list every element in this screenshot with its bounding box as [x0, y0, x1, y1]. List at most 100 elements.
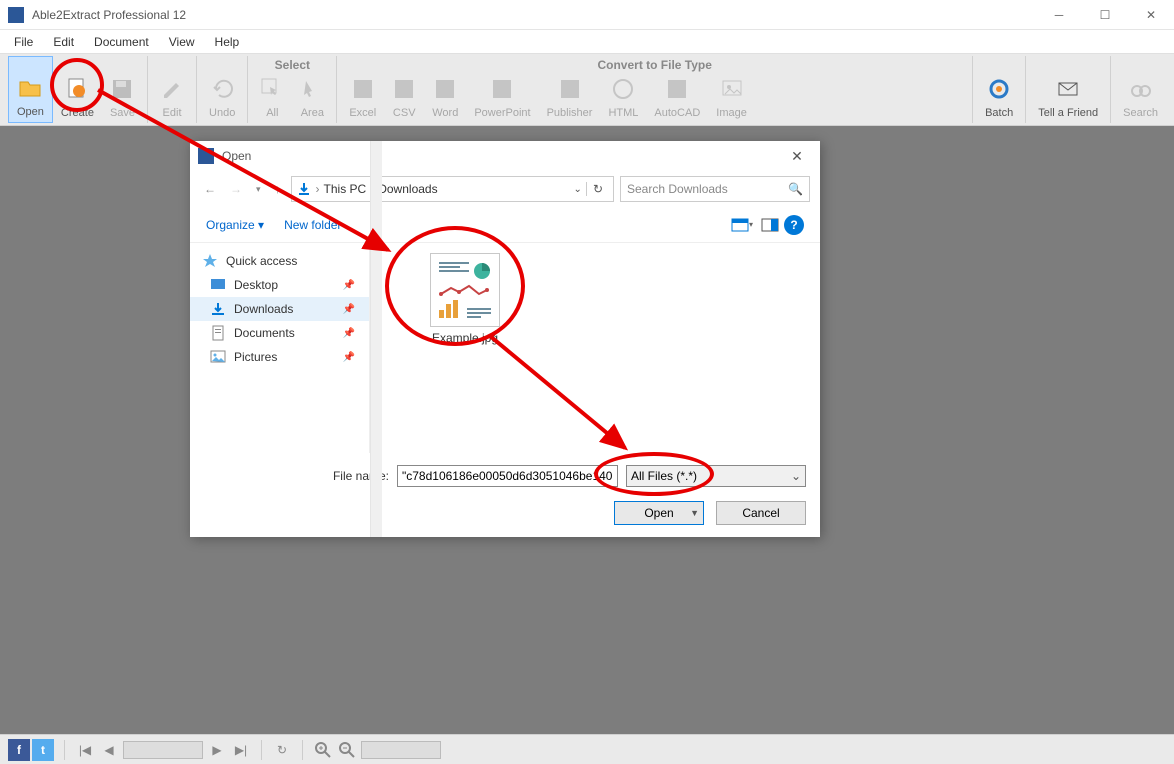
envelope-icon	[1056, 77, 1080, 101]
file-list[interactable]: Example.jpg	[370, 243, 820, 453]
sidebar-desktop[interactable]: Desktop 📌	[190, 273, 369, 297]
file-label: Example.jpg	[432, 331, 498, 345]
save-button[interactable]: Save	[102, 56, 143, 123]
menu-edit[interactable]: Edit	[43, 35, 84, 49]
undo-icon	[210, 77, 234, 101]
file-item-example[interactable]: Example.jpg	[420, 253, 510, 345]
html-button[interactable]: HTML	[600, 56, 646, 123]
publisher-button[interactable]: Publisher	[539, 56, 601, 123]
menu-bar: File Edit Document View Help	[0, 30, 1174, 54]
excel-icon	[351, 77, 375, 101]
menu-help[interactable]: Help	[205, 35, 250, 49]
zoom-input[interactable]	[361, 741, 441, 759]
crumb-pc[interactable]: This PC	[324, 182, 367, 196]
desktop-icon	[210, 277, 226, 293]
view-options-button[interactable]: ▾	[728, 215, 756, 235]
menu-view[interactable]: View	[159, 35, 205, 49]
filetype-select[interactable]: All Files (*.*) ⌄	[626, 465, 806, 487]
folder-open-icon	[18, 76, 42, 100]
zoom-in-button[interactable]	[313, 740, 333, 760]
word-icon	[433, 77, 457, 101]
csv-icon	[392, 77, 416, 101]
maximize-button[interactable]: ☐	[1082, 0, 1128, 30]
toolbar: Open Create Save Edit Undo Select All Ar	[0, 54, 1174, 126]
cursor-all-icon	[260, 77, 284, 101]
dialog-sidebar: Quick access Desktop 📌 Downloads 📌 Docum…	[190, 243, 370, 453]
dialog-cancel-button[interactable]: Cancel	[716, 501, 806, 525]
new-folder-button[interactable]: New folder	[284, 218, 341, 232]
download-icon	[296, 181, 312, 197]
filename-label: File name:	[204, 469, 389, 483]
open-button[interactable]: Open	[8, 56, 53, 123]
select-all-button[interactable]: All	[252, 56, 292, 123]
open-dialog: Open ✕ ← → ▾ ↑ › This PC › Downloads ⌄ ↻…	[190, 141, 820, 537]
word-button[interactable]: Word	[424, 56, 466, 123]
dialog-title: Open	[222, 149, 782, 163]
undo-button[interactable]: Undo	[201, 56, 243, 123]
menu-file[interactable]: File	[4, 35, 43, 49]
sidebar-documents[interactable]: Documents 📌	[190, 321, 369, 345]
select-area-button[interactable]: Area	[292, 56, 332, 123]
publisher-icon	[558, 77, 582, 101]
pencil-icon	[160, 77, 184, 101]
sidebar-downloads[interactable]: Downloads 📌	[190, 297, 369, 321]
sidebar-quick-access[interactable]: Quick access	[190, 249, 369, 273]
sidebar-pictures[interactable]: Pictures 📌	[190, 345, 369, 369]
nav-up-button[interactable]: ↑	[271, 182, 285, 196]
filename-input[interactable]	[397, 465, 618, 487]
save-icon	[110, 77, 134, 101]
facebook-button[interactable]: f	[8, 739, 30, 761]
menu-document[interactable]: Document	[84, 35, 159, 49]
help-button[interactable]: ?	[784, 215, 804, 235]
tell-friend-button[interactable]: Tell a Friend	[1030, 56, 1106, 123]
nav-back-button[interactable]: ←	[200, 182, 220, 196]
csv-button[interactable]: CSV	[384, 56, 424, 123]
next-page-button[interactable]: ▶	[207, 740, 227, 760]
app-title: Able2Extract Professional 12	[32, 8, 1036, 22]
nav-forward-button[interactable]: →	[226, 182, 246, 196]
organize-button[interactable]: Organize ▾	[206, 218, 264, 232]
page-input[interactable]	[123, 741, 203, 759]
autocad-button[interactable]: AutoCAD	[646, 56, 708, 123]
crumb-downloads[interactable]: Downloads	[378, 182, 437, 196]
search-input[interactable]: Search Downloads 🔍	[620, 176, 810, 202]
image-button[interactable]: Image	[708, 56, 755, 123]
document-icon	[210, 325, 226, 341]
breadcrumb[interactable]: › This PC › Downloads ⌄ ↻	[291, 176, 614, 202]
chevron-down-icon: ⌄	[791, 469, 801, 483]
refresh-button[interactable]: ↻	[586, 182, 609, 196]
edit-button[interactable]: Edit	[152, 56, 192, 123]
cursor-area-icon	[300, 77, 324, 101]
minimize-button[interactable]: ─	[1036, 0, 1082, 30]
binoculars-icon	[1129, 77, 1153, 101]
close-button[interactable]: ✕	[1128, 0, 1174, 30]
dialog-close-button[interactable]: ✕	[782, 148, 812, 165]
gear-icon	[987, 77, 1011, 101]
search-button[interactable]: Search	[1115, 56, 1166, 123]
last-page-button[interactable]: ▶|	[231, 740, 251, 760]
excel-button[interactable]: Excel	[341, 56, 384, 123]
dialog-icon	[198, 148, 214, 164]
powerpoint-button[interactable]: PowerPoint	[466, 56, 538, 123]
breadcrumb-dropdown-icon[interactable]: ⌄	[574, 184, 582, 195]
create-button[interactable]: Create	[53, 56, 102, 123]
download-folder-icon	[210, 301, 226, 317]
file-thumbnail-icon	[430, 253, 500, 327]
pin-icon: 📌	[343, 304, 355, 315]
preview-pane-button[interactable]	[756, 215, 784, 235]
image-icon	[720, 77, 744, 101]
twitter-button[interactable]: t	[32, 739, 54, 761]
prev-page-button[interactable]: ◀	[99, 740, 119, 760]
rotate-button[interactable]: ↻	[272, 740, 292, 760]
zoom-out-button[interactable]	[337, 740, 357, 760]
app-icon	[8, 7, 24, 23]
pin-icon: 📌	[343, 328, 355, 339]
html-icon	[611, 77, 635, 101]
pin-icon: 📌	[343, 352, 355, 363]
workspace: Open ✕ ← → ▾ ↑ › This PC › Downloads ⌄ ↻…	[0, 126, 1174, 734]
split-dropdown-icon[interactable]: ▼	[690, 508, 699, 518]
dialog-open-button[interactable]: Open ▼	[614, 501, 704, 525]
nav-recent-button[interactable]: ▾	[252, 184, 265, 195]
batch-button[interactable]: Batch	[977, 56, 1021, 123]
first-page-button[interactable]: |◀	[75, 740, 95, 760]
